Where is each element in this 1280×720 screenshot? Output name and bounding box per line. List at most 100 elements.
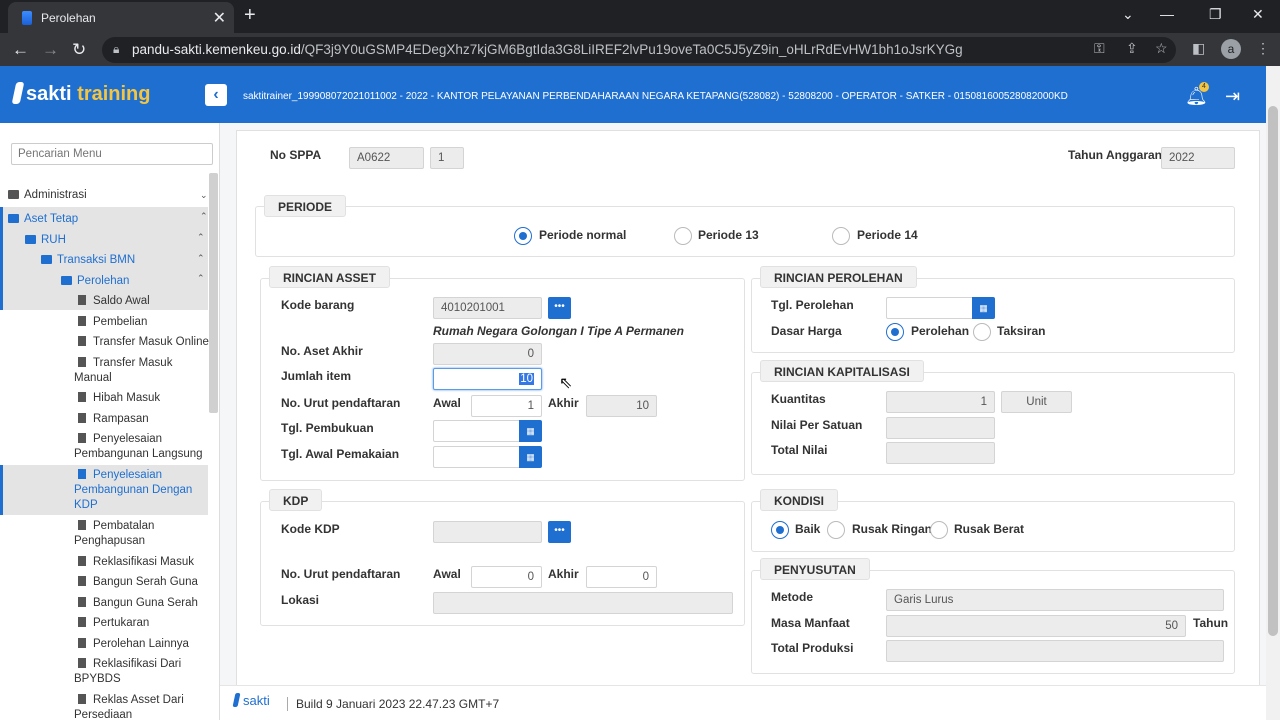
nilai-per-satuan-label: Nilai Per Satuan [771,418,863,432]
browser-menu-icon[interactable]: ⋮ [1256,40,1270,57]
close-tab-icon[interactable]: ✕ [213,8,226,28]
kondisi-baik-radio[interactable] [771,521,789,539]
chevron-up-icon[interactable]: ⌃ [197,232,205,243]
calendar-icon[interactable]: ▦ [972,297,995,319]
sidebar-item-ruh[interactable]: RUH [25,234,66,246]
sidebar-item-reklas-persediaan[interactable]: Reklas Asset Dari [78,694,184,706]
document-icon [78,597,86,607]
sidebar-item-label: Penyelesaian [93,433,163,445]
kode-kdp-lookup-button[interactable]: ••• [548,521,571,543]
document-icon [78,336,86,346]
sidebar-item-transfer-masuk-manual[interactable]: Transfer Masuk [78,357,172,369]
chevron-up-icon[interactable]: ⌃ [197,273,205,284]
folder-icon [8,190,19,199]
forward-icon[interactable]: → [42,40,59,60]
periode-title: PERIODE [264,195,347,217]
page-scrollbar[interactable] [1266,66,1280,720]
sidebar-item-pembatalan-penghapusan[interactable]: Pembatalan [78,520,154,532]
no-urut-awal-input[interactable]: 1 [471,395,542,417]
sidebar-item-penyelesaian-kdp[interactable]: Penyelesaian [78,469,162,481]
tab-search-chevron-icon[interactable]: ⌄ [1122,6,1134,23]
tgl-perolehan-input[interactable] [886,297,974,319]
restore-icon[interactable]: ❐ [1209,6,1222,23]
sidebar-item-label: Transaksi BMN [57,254,136,266]
tgl-awal-pemakaian-input[interactable] [433,446,521,468]
url-bar[interactable]: 🔒︎ pandu-sakti.kemenkeu.go.id/QF3j9Y0uGS… [102,37,1176,63]
sakti-mark-icon [232,693,241,707]
chevron-up-icon[interactable]: ⌃ [200,211,208,222]
no-aset-akhir-label: No. Aset Akhir [281,344,363,358]
sidebar-item-perolehan-lainnya[interactable]: Perolehan Lainnya [78,638,189,650]
dasar-harga-taksiran-radio[interactable] [973,323,991,341]
browser-tab[interactable]: Perolehan ✕ [8,2,234,33]
kdp-title: KDP [269,489,323,511]
sidebar-item-label-line2: Manual [74,372,112,384]
kode-barang-field: 4010201001 [433,297,542,319]
sidebar-item-transaksi-bmn[interactable]: Transaksi BMN [41,254,135,266]
sidebar-item-reklasifikasi-masuk[interactable]: Reklasifikasi Masuk [78,556,194,568]
calendar-icon[interactable]: ▦ [519,446,542,468]
sidebar-item-label: Pembelian [93,316,148,328]
sidebar-item-bangun-guna-serah[interactable]: Bangun Guna Serah [78,597,198,609]
sidebar-scrollbar[interactable] [209,173,218,413]
chevron-down-icon[interactable]: ⌄ [200,190,208,201]
sidebar-item-pembelian[interactable]: Pembelian [78,316,147,328]
sidebar-item-pertukaran[interactable]: Pertukaran [78,617,149,629]
kdp-akhir-input[interactable]: 0 [586,566,657,588]
calendar-icon[interactable]: ▦ [519,420,542,442]
new-tab-icon[interactable]: + [244,4,256,27]
document-icon [78,617,86,627]
periode-13-radio[interactable] [674,227,692,245]
sidebar-item-saldo-awal[interactable]: Saldo Awal [78,295,150,307]
sidebar-item-rampasan[interactable]: Rampasan [78,413,149,425]
sidebar-item-bangun-serah-guna[interactable]: Bangun Serah Guna [78,576,198,588]
document-icon [78,392,86,402]
key-icon[interactable]: ⚿ [1094,40,1105,57]
sidebar-item-aset-tetap[interactable]: Aset Tetap [8,213,78,225]
document-icon [78,694,86,704]
sidebar-item-label-line2: Pembangunan Dengan [74,484,193,496]
kondisi-rusak-ringan-radio[interactable] [827,521,845,539]
side-panel-icon[interactable]: ◧ [1192,40,1205,57]
dasar-harga-taksiran-label: Taksiran [997,324,1046,338]
sidebar-item-transfer-masuk-online[interactable]: Transfer Masuk Online [78,336,209,348]
sidebar-item-hibah-masuk[interactable]: Hibah Masuk [78,392,160,404]
scrollbar-thumb[interactable] [1268,106,1278,636]
jumlah-item-input[interactable]: 10 [433,368,542,390]
sidebar-item-label: Bangun Guna Serah [93,597,198,609]
kondisi-rusak-berat-label: Rusak Berat [954,522,1025,536]
kuantitas-field: 1 [886,391,995,413]
nilai-per-satuan-field [886,417,995,439]
sidebar-collapse-button[interactable]: ‹ [205,84,227,106]
kdp-awal-input[interactable]: 0 [471,566,542,588]
tgl-perolehan-label: Tgl. Perolehan [771,298,854,312]
share-icon[interactable]: ⇪ [1126,40,1138,57]
menu-search-input[interactable] [11,143,213,165]
document-icon [78,433,86,443]
minimize-icon[interactable]: — [1160,6,1174,22]
bookmark-star-icon[interactable]: ☆ [1155,40,1168,57]
sidebar-item-reklasifikasi-bpybds[interactable]: Reklasifikasi Dari [78,658,181,670]
tgl-pembukuan-input[interactable] [433,420,521,442]
logout-icon[interactable]: ⇥ [1225,86,1240,107]
document-icon [78,295,86,305]
kode-barang-lookup-button[interactable]: ••• [548,297,571,319]
no-sppa-seq-field: 1 [430,147,464,169]
sidebar-item-perolehan[interactable]: Perolehan [61,275,129,287]
periode-normal-radio[interactable] [514,227,532,245]
profile-avatar[interactable]: a [1221,39,1241,59]
masa-manfaat-field: 50 [886,615,1186,637]
chevron-up-icon[interactable]: ⌃ [197,253,205,264]
kdp-no-urut-label: No. Urut pendaftaran [281,567,401,581]
lock-icon: 🔒︎ [113,42,120,56]
sidebar-item-administrasi[interactable]: Administrasi [8,189,87,201]
total-produksi-field [886,640,1224,662]
window-close-icon[interactable]: ✕ [1252,6,1264,23]
footer: sakti Build 9 Januari 2023 22.47.23 GMT+… [220,685,1266,720]
sidebar-item-penyelesaian-langsung[interactable]: Penyelesaian [78,433,162,445]
back-icon[interactable]: ← [12,40,29,60]
kondisi-rusak-berat-radio[interactable] [930,521,948,539]
dasar-harga-perolehan-radio[interactable] [886,323,904,341]
periode-14-radio[interactable] [832,227,850,245]
reload-icon[interactable]: ↻ [72,40,86,60]
